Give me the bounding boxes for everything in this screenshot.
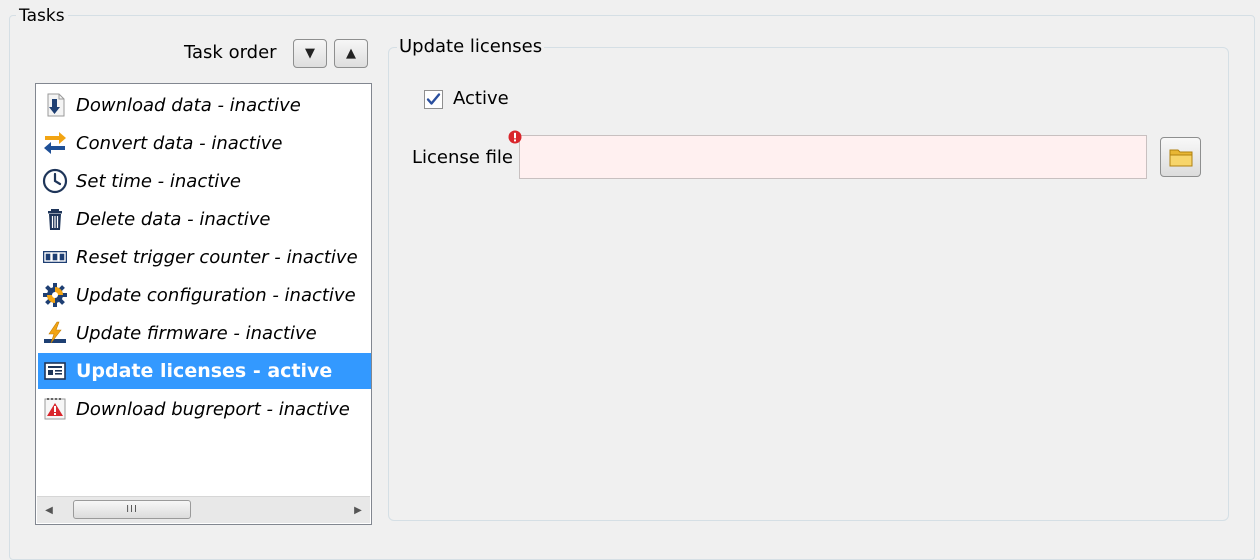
download-icon: [47, 93, 65, 117]
task-item-set-time[interactable]: Set time - inactive: [38, 163, 371, 199]
arrow-down-icon: ▼: [305, 46, 315, 61]
task-item-update-firmware[interactable]: Update firmware - inactive: [38, 315, 371, 351]
bugreport-icon: [44, 398, 66, 420]
license-file-input[interactable]: [519, 135, 1147, 179]
error-icon: [508, 130, 522, 144]
active-checkbox[interactable]: [424, 90, 443, 109]
task-item-label: Update configuration - inactive: [76, 284, 356, 306]
scroll-left-icon: ◀: [45, 504, 53, 516]
task-item-reset-trigger-counter[interactable]: Reset trigger counter - inactive: [38, 239, 371, 275]
arrow-up-icon: ▲: [346, 46, 356, 61]
tasks-group-title: Tasks: [16, 6, 68, 26]
scrollbar-thumb[interactable]: III: [73, 500, 191, 519]
task-item-label: Reset trigger counter - inactive: [76, 246, 358, 268]
task-order-label: Task order: [184, 42, 277, 63]
scroll-left-button[interactable]: ◀: [37, 497, 61, 523]
horizontal-scrollbar[interactable]: ◀ III ▶: [37, 496, 370, 523]
task-item-update-configuration[interactable]: Update configuration - inactive: [38, 277, 371, 313]
convert-arrows-icon: [44, 132, 66, 154]
grip-icon: III: [126, 504, 138, 515]
task-item-convert-data[interactable]: Convert data - inactive: [38, 125, 371, 161]
folder-icon: [1169, 149, 1192, 167]
license-file-label: License file: [412, 147, 513, 168]
task-item-download-data[interactable]: Download data - inactive: [38, 87, 371, 123]
task-item-label: Delete data - inactive: [76, 208, 271, 230]
update-licenses-group: [388, 47, 1229, 521]
task-item-label: Convert data - inactive: [76, 132, 283, 154]
task-item-label: Set time - inactive: [76, 170, 242, 192]
clock-icon: [42, 168, 68, 194]
checkmark-icon: [426, 93, 441, 105]
firmware-lightning-icon: [44, 321, 66, 344]
task-item-label: Download data - inactive: [76, 94, 301, 116]
task-item-label: Update firmware - inactive: [76, 322, 317, 344]
move-down-button[interactable]: ▼: [293, 39, 327, 68]
license-icon: [44, 362, 66, 380]
task-item-label: Update licenses - active: [76, 360, 333, 382]
browse-file-button[interactable]: [1160, 137, 1201, 177]
task-item-delete-data[interactable]: Delete data - inactive: [38, 201, 371, 237]
gear-icon: [43, 283, 67, 307]
task-item-update-licenses[interactable]: Update licenses - active: [38, 353, 371, 389]
counter-icon: [43, 251, 67, 263]
scroll-right-button[interactable]: ▶: [346, 497, 370, 523]
trash-icon: [48, 209, 62, 230]
task-item-download-bugreport[interactable]: Download bugreport - inactive: [38, 391, 371, 427]
detail-group-title: Update licenses: [397, 36, 545, 58]
active-checkbox-label[interactable]: Active: [453, 88, 509, 110]
task-item-label: Download bugreport - inactive: [76, 398, 350, 420]
task-list[interactable]: Download data - inactive Convert data - …: [35, 83, 372, 525]
scroll-right-icon: ▶: [354, 504, 362, 516]
move-up-button[interactable]: ▲: [334, 39, 368, 68]
